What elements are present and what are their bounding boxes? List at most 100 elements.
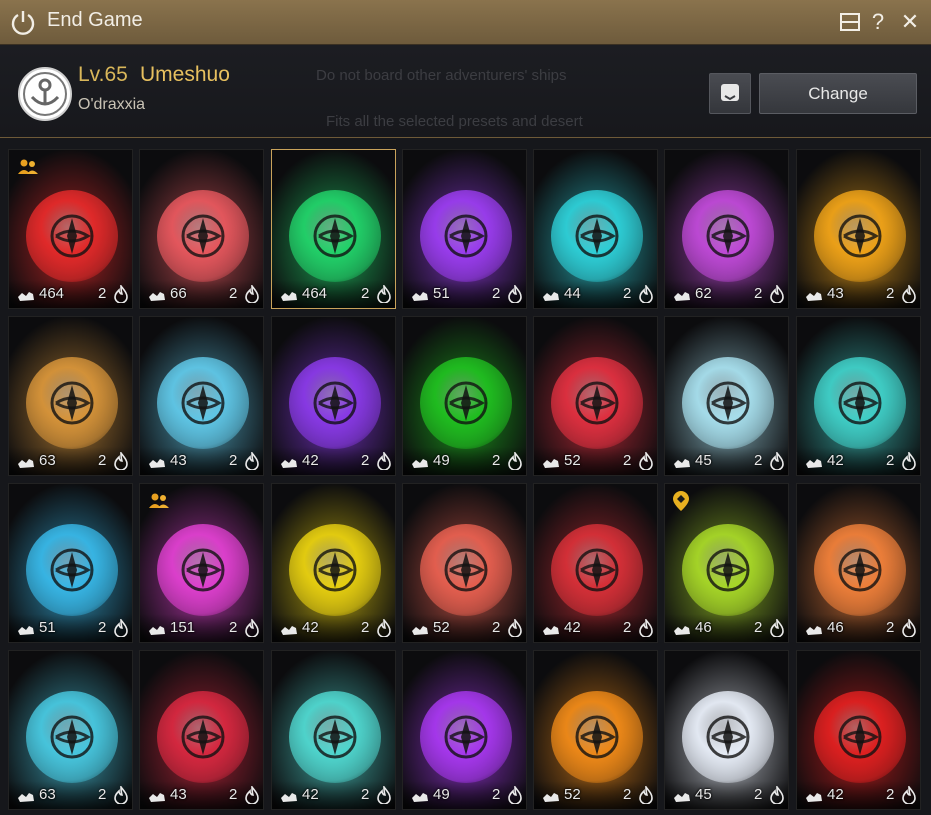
card-revive-count: 2	[754, 786, 763, 803]
class-emblem-icon	[706, 381, 750, 425]
card-revive-count: 2	[492, 786, 501, 803]
card-count: 46	[695, 619, 712, 636]
character-card[interactable]: 42 2	[271, 316, 396, 476]
class-emblem-icon	[575, 214, 619, 258]
class-emblem-icon	[575, 715, 619, 759]
card-count: 45	[695, 452, 712, 469]
hand-icon	[543, 626, 559, 635]
character-card[interactable]: 46 2	[664, 483, 789, 643]
change-button[interactable]: Change	[759, 73, 917, 114]
card-revive-count: 2	[492, 619, 501, 636]
flame-icon	[639, 619, 653, 637]
help-icon[interactable]: ?	[866, 10, 890, 34]
character-card[interactable]: 49 2	[402, 316, 527, 476]
background-option-text: Fits all the selected presets and desert	[326, 113, 583, 130]
character-card[interactable]: 45 2	[664, 650, 789, 810]
card-count: 43	[170, 786, 187, 803]
party-icon	[18, 159, 38, 174]
character-card[interactable]: 43 2	[139, 650, 264, 810]
end-game-window: End Game ? ✕ Lv.65 Umeshuo O'draxxia Do …	[0, 0, 931, 815]
card-revive-count: 2	[98, 619, 107, 636]
hand-icon	[543, 292, 559, 301]
card-revive-count: 2	[886, 619, 895, 636]
flame-icon	[639, 285, 653, 303]
flame-icon	[377, 285, 391, 303]
character-card[interactable]: 42 2	[533, 483, 658, 643]
power-icon[interactable]	[9, 8, 37, 36]
card-count: 52	[564, 786, 581, 803]
flame-icon	[508, 619, 522, 637]
card-revive-count: 2	[98, 786, 107, 803]
card-count: 63	[39, 786, 56, 803]
character-card[interactable]: 42 2	[796, 650, 921, 810]
character-card[interactable]: 42 2	[271, 650, 396, 810]
flame-icon	[377, 786, 391, 804]
character-card[interactable]: 464 2	[8, 149, 133, 309]
card-revive-count: 2	[229, 452, 238, 469]
character-card[interactable]: 49 2	[402, 650, 527, 810]
hand-icon	[281, 626, 297, 635]
class-emblem-icon	[313, 548, 357, 592]
class-emblem-icon	[50, 214, 94, 258]
character-card[interactable]: 63 2	[8, 650, 133, 810]
hand-icon	[674, 626, 690, 635]
window-icon[interactable]	[838, 10, 862, 34]
character-card[interactable]: 52 2	[533, 316, 658, 476]
hand-icon	[149, 793, 165, 802]
card-revive-count: 2	[886, 452, 895, 469]
character-card[interactable]: 63 2	[8, 316, 133, 476]
costume-icon-button[interactable]	[709, 73, 751, 114]
flame-icon	[245, 285, 259, 303]
hand-icon	[543, 459, 559, 468]
class-emblem-icon	[838, 214, 882, 258]
card-revive-count: 2	[623, 452, 632, 469]
hand-icon	[281, 793, 297, 802]
character-card[interactable]: 464 2	[271, 149, 396, 309]
card-revive-count: 2	[492, 452, 501, 469]
character-card[interactable]: 42 2	[271, 483, 396, 643]
character-card[interactable]: 151 2	[139, 483, 264, 643]
class-emblem-icon	[313, 381, 357, 425]
flame-icon	[508, 285, 522, 303]
character-card[interactable]: 43 2	[796, 149, 921, 309]
character-level: Lv.65	[78, 63, 128, 86]
card-revive-count: 2	[98, 285, 107, 302]
flame-icon	[114, 786, 128, 804]
flame-icon	[639, 786, 653, 804]
character-card[interactable]: 51 2	[8, 483, 133, 643]
card-count: 49	[433, 786, 450, 803]
flame-icon	[770, 285, 784, 303]
hand-icon	[18, 459, 34, 468]
hand-icon	[149, 626, 165, 635]
character-card[interactable]: 52 2	[533, 650, 658, 810]
character-card[interactable]: 52 2	[402, 483, 527, 643]
character-card[interactable]: 45 2	[664, 316, 789, 476]
card-count: 42	[827, 786, 844, 803]
class-emblem-icon	[838, 381, 882, 425]
card-count: 44	[564, 285, 581, 302]
character-card[interactable]: 66 2	[139, 149, 264, 309]
card-count: 151	[170, 619, 196, 636]
class-emblem-icon	[444, 214, 488, 258]
class-emblem-icon	[181, 381, 225, 425]
character-card[interactable]: 42 2	[796, 316, 921, 476]
window-title: End Game	[47, 9, 143, 31]
flame-icon	[508, 452, 522, 470]
card-count: 66	[170, 285, 187, 302]
class-emblem-icon	[444, 548, 488, 592]
flame-icon	[902, 452, 916, 470]
card-count: 49	[433, 452, 450, 469]
character-name: Umeshuo	[140, 63, 230, 86]
character-card[interactable]: 44 2	[533, 149, 658, 309]
close-icon[interactable]: ✕	[898, 10, 922, 34]
card-count: 45	[695, 786, 712, 803]
character-card[interactable]: 43 2	[139, 316, 264, 476]
class-emblem-icon	[575, 548, 619, 592]
flame-icon	[114, 619, 128, 637]
flame-icon	[377, 619, 391, 637]
character-card[interactable]: 46 2	[796, 483, 921, 643]
class-emblem-icon	[575, 381, 619, 425]
card-revive-count: 2	[623, 285, 632, 302]
character-card[interactable]: 62 2	[664, 149, 789, 309]
character-card[interactable]: 51 2	[402, 149, 527, 309]
